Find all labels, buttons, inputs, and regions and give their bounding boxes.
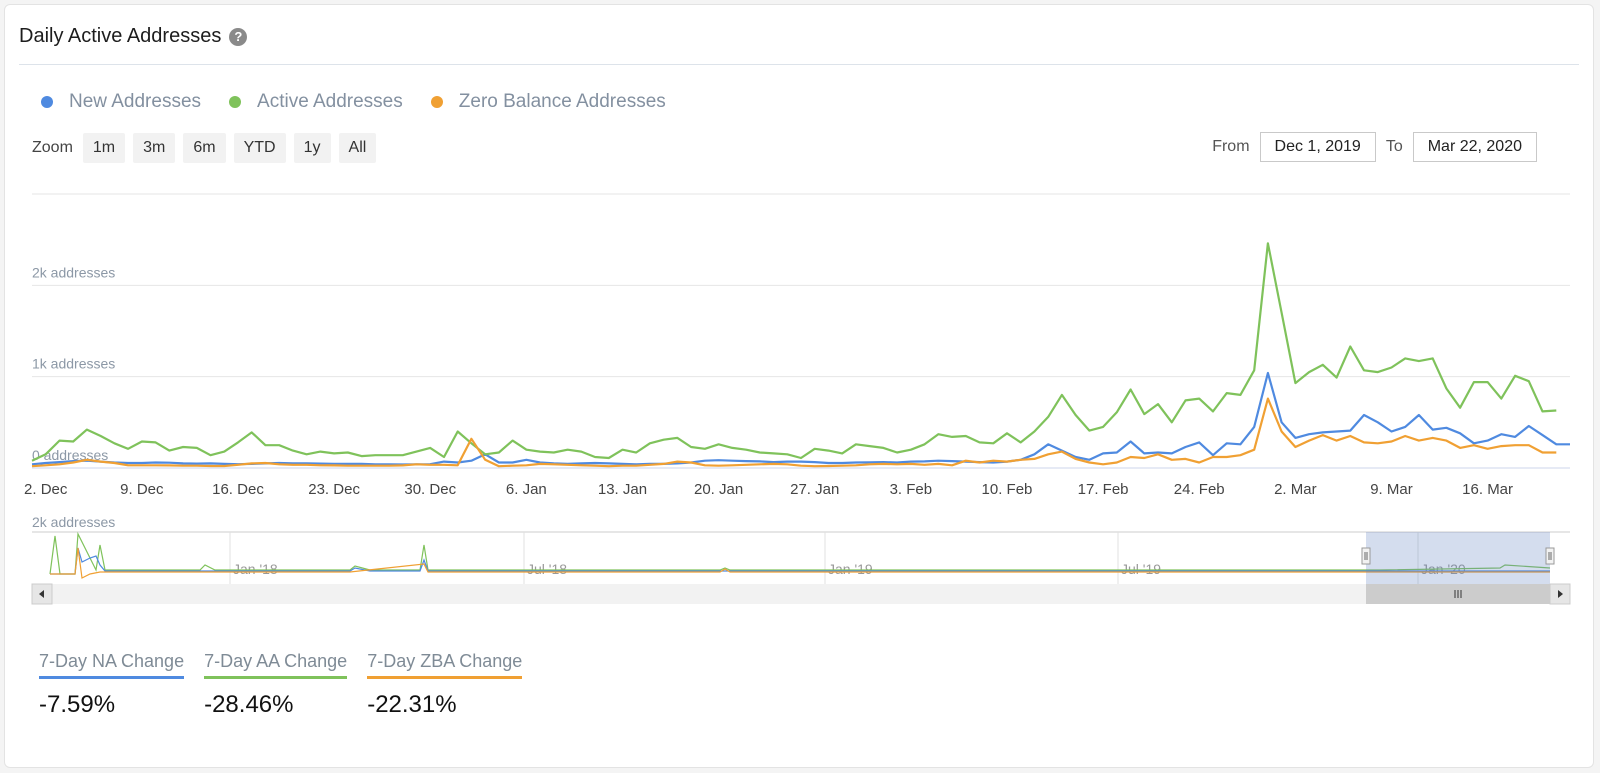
series-line-new-addresses: [31, 371, 1570, 466]
x-tick-label: 24. Feb: [1174, 481, 1225, 498]
x-tick-label: 9. Mar: [1370, 481, 1413, 498]
y-tick-label: 1k addresses: [32, 356, 115, 372]
navigator-selection-mask: [1366, 532, 1550, 584]
series-line-active-addresses: [31, 242, 1557, 462]
x-tick-label: 30. Dec: [404, 481, 456, 498]
x-tick-label: 20. Jan: [694, 481, 743, 498]
navigator: 2k addresses Jan '18 Jul '18 Jan '19 Jul '19…: [31, 514, 1571, 605]
x-tick-label: 17. Feb: [1078, 481, 1129, 498]
x-tick-label: 10. Feb: [982, 481, 1033, 498]
x-tick-label: 27. Jan: [790, 481, 839, 498]
y-tick-label: 2k addresses: [32, 264, 115, 280]
navigator-handle[interactable]: [1361, 547, 1371, 565]
navigator-tick-label: Jul '18: [527, 561, 567, 577]
navigator-handle[interactable]: [1545, 547, 1555, 565]
navigator-tick-label: Jul '19: [1121, 561, 1161, 577]
navigator-tick-label: Jan '18: [233, 561, 278, 577]
x-axis-labels: 2. Dec 9. Dec 16. Dec 23. Dec 30. Dec 6. Jan 1…: [24, 481, 1513, 498]
x-tick-label: 13. Jan: [598, 481, 647, 498]
x-tick-label: 6. Jan: [506, 481, 547, 498]
x-tick-label: 16. Mar: [1462, 481, 1513, 498]
x-tick-label: 2. Dec: [24, 481, 68, 498]
line-chart: 0 addresses1k addresses2k addresses 2. D…: [24, 193, 1571, 605]
scrollbar-track[interactable]: [32, 584, 1570, 604]
x-tick-label: 2. Mar: [1274, 481, 1317, 498]
x-tick-label: 9. Dec: [120, 481, 164, 498]
x-tick-label: 23. Dec: [308, 481, 360, 498]
navigator-y-label: 2k addresses: [32, 514, 115, 530]
navigator-tick-label: Jan '19: [828, 561, 873, 577]
x-tick-label: 16. Dec: [212, 481, 264, 498]
grid-lines: [32, 193, 1570, 469]
series-lines: [31, 242, 1570, 468]
x-tick-label: 3. Feb: [890, 481, 933, 498]
y-axis-labels: 0 addresses1k addresses2k addresses: [32, 264, 115, 463]
